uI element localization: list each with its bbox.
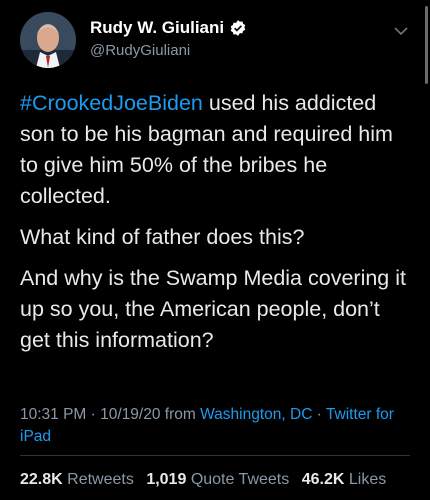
- display-name[interactable]: Rudy W. Giuliani: [90, 18, 224, 38]
- tweet-meta: 10:31 PM · 10/19/20 from Washington, DC …: [20, 404, 410, 448]
- meta-from: from: [160, 406, 201, 423]
- user-handle[interactable]: @RudyGiuliani: [90, 42, 190, 59]
- tweet-date[interactable]: 10/19/20: [100, 406, 160, 423]
- likes-count: 46.2K: [301, 471, 345, 488]
- hashtag-link[interactable]: #CrookedJoeBiden: [20, 91, 203, 115]
- tweet-header: Rudy W. Giuliani @RudyGiuliani: [20, 12, 418, 72]
- quote-tweets-stat[interactable]: 1,019 Quote Tweets: [146, 471, 289, 488]
- quote-tweets-count: 1,019: [146, 471, 187, 488]
- scrollbar[interactable]: [425, 6, 428, 84]
- retweets-count: 22.8K: [20, 471, 63, 488]
- retweets-stat[interactable]: 22.8K Retweets: [20, 471, 134, 488]
- likes-stat[interactable]: 46.2K Likes: [302, 471, 387, 488]
- avatar[interactable]: [20, 12, 76, 68]
- retweets-label: Retweets: [67, 471, 134, 488]
- tweet-paragraph-2: What kind of father does this?: [20, 225, 305, 249]
- verified-badge-icon: [229, 19, 247, 37]
- meta-separator: ·: [312, 406, 326, 423]
- tweet-time[interactable]: 10:31 PM: [20, 406, 86, 423]
- tweet-text: #CrookedJoeBiden used his addicted son t…: [20, 88, 410, 366]
- quote-tweets-label: Quote Tweets: [190, 471, 290, 488]
- divider: [20, 455, 410, 456]
- likes-label: Likes: [348, 471, 387, 488]
- meta-separator: ·: [86, 406, 101, 423]
- location-link[interactable]: Washington, DC: [200, 406, 312, 423]
- chevron-down-icon[interactable]: [394, 26, 408, 36]
- tweet-paragraph-3: And why is the Swamp Media covering it u…: [20, 266, 406, 352]
- tweet-stats: 22.8K Retweets 1,019 Quote Tweets 46.2K …: [20, 471, 386, 489]
- tweet-paragraph-1: #CrookedJoeBiden used his addicted son t…: [20, 88, 410, 212]
